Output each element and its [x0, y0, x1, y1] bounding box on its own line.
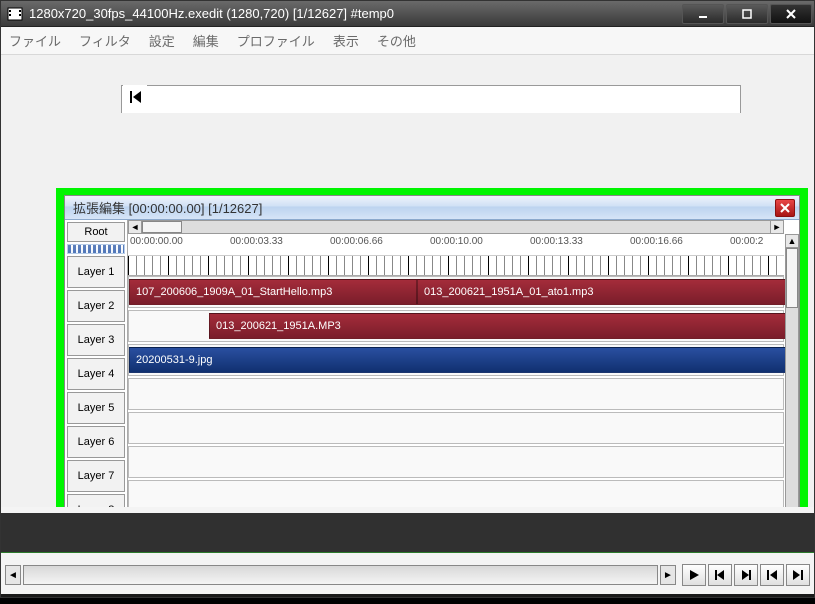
go-start-button-2[interactable] — [760, 564, 784, 586]
maximize-button[interactable] — [726, 4, 768, 24]
vscroll-up-icon[interactable]: ▲ — [785, 234, 799, 248]
timeline-hscroll[interactable]: ◄ ► — [128, 220, 784, 234]
layer-label-2[interactable]: Layer 2 — [67, 290, 125, 322]
timeline-title: 拡張編集 [00:00:00.00] [1/12627] — [73, 198, 775, 217]
next-frame-button[interactable] — [734, 564, 758, 586]
hscroll-right-icon[interactable]: ► — [770, 220, 784, 234]
status-band — [1, 513, 814, 553]
ruler-label: 00:00:06.66 — [330, 236, 383, 247]
bottom-border — [1, 594, 814, 597]
go-start-button[interactable] — [123, 85, 147, 109]
close-button[interactable] — [770, 4, 812, 24]
layer-label-6[interactable]: Layer 6 — [67, 426, 125, 458]
menu-edit[interactable]: 編集 — [193, 31, 219, 50]
go-end-button[interactable] — [786, 564, 810, 586]
hscroll-track[interactable] — [142, 220, 770, 234]
timeline-titlebar[interactable]: 拡張編集 [00:00:00.00] [1/12627] — [65, 196, 799, 220]
ruler-ticks — [128, 255, 784, 275]
layer-label-3[interactable]: Layer 3 — [67, 324, 125, 356]
menu-file[interactable]: ファイル — [9, 31, 61, 50]
menu-filter[interactable]: フィルタ — [79, 31, 131, 50]
layer-label-8[interactable]: Layer 8 — [67, 494, 125, 507]
track-row[interactable]: 20200531-9.jpg — [128, 344, 784, 376]
transport-buttons — [682, 564, 810, 586]
prev-frame-button[interactable] — [708, 564, 732, 586]
titlebar[interactable]: 1280x720_30fps_44100Hz.exedit (1280,720)… — [1, 1, 814, 27]
seek-slider[interactable] — [23, 565, 658, 585]
track-row[interactable] — [128, 480, 784, 507]
hscroll-left-icon[interactable]: ◄ — [128, 220, 142, 234]
menu-profile[interactable]: プロファイル — [237, 31, 315, 50]
track-row[interactable] — [128, 446, 784, 478]
window-title: 1280x720_30fps_44100Hz.exedit (1280,720)… — [29, 6, 682, 21]
track-row[interactable]: 107_200606_1909A_01_StartHello.mp3013_20… — [128, 276, 784, 308]
ruler-label: 00:00:2 — [730, 236, 763, 247]
track-row[interactable] — [128, 412, 784, 444]
minimize-button[interactable] — [682, 4, 724, 24]
clip-image[interactable]: 20200531-9.jpg — [129, 347, 789, 373]
canvas-area: 拡張編集 [00:00:00.00] [1/12627] Root Layer … — [1, 55, 814, 507]
layer-label-1[interactable]: Layer 1 — [67, 256, 125, 288]
play-button[interactable] — [682, 564, 706, 586]
ruler-label: 00:00:00.00 — [130, 236, 183, 247]
vscroll-track[interactable] — [785, 248, 799, 507]
timeline-window: 拡張編集 [00:00:00.00] [1/12627] Root Layer … — [64, 195, 800, 507]
layer-label-5[interactable]: Layer 5 — [67, 392, 125, 424]
clip-audio[interactable]: 107_200606_1909A_01_StartHello.mp3 — [129, 279, 417, 305]
app-window: 1280x720_30fps_44100Hz.exedit (1280,720)… — [0, 0, 815, 598]
ruler-label: 00:00:10.00 — [430, 236, 483, 247]
tracks-area: 107_200606_1909A_01_StartHello.mp3 013_20… — [128, 276, 784, 507]
layer-label-4[interactable]: Layer 4 — [67, 358, 125, 390]
ruler-label: 00:00:16.66 — [630, 236, 683, 247]
menu-other[interactable]: その他 — [377, 31, 416, 50]
transport-bar: ◄ ► — [5, 557, 810, 593]
menu-settings[interactable]: 設定 — [149, 31, 175, 50]
track-row[interactable]: 013_200621_1951A.MP3 — [128, 310, 784, 342]
track-row[interactable] — [128, 378, 784, 410]
menu-display[interactable]: 表示 — [333, 31, 359, 50]
hscroll-thumb[interactable] — [142, 221, 182, 233]
clip-audio[interactable]: 013_200621_1951A_01_ato1.mp3 — [417, 279, 789, 305]
app-icon — [7, 6, 23, 22]
zoom-slider[interactable] — [67, 244, 125, 254]
timeline-right-area: ◄ ► 00:00:00.0000:00:03.3300:00:06.6600:… — [128, 220, 799, 507]
timeline-close-button[interactable] — [775, 199, 795, 217]
clip-audio[interactable]: 013_200621_1951A.MP3 — [209, 313, 789, 339]
timeline-body: Root Layer 1Layer 2Layer 3Layer 4Layer 5… — [65, 220, 799, 507]
preview-box — [121, 85, 741, 113]
ruler-label: 00:00:03.33 — [230, 236, 283, 247]
timeline-vscroll[interactable]: ▲ ▼ — [785, 234, 799, 507]
timeline-left-column: Root Layer 1Layer 2Layer 3Layer 4Layer 5… — [65, 220, 128, 507]
root-button[interactable]: Root — [67, 222, 125, 242]
timeline-ruler[interactable]: 00:00:00.00 00:00:03.33 00:00:06.66 00:00:1… — [128, 234, 784, 276]
seek-right-icon[interactable]: ► — [660, 565, 676, 585]
window-buttons — [682, 4, 812, 24]
ruler-label: 00:00:13.33 — [530, 236, 583, 247]
menubar: ファイル フィルタ 設定 編集 プロファイル 表示 その他 — [1, 27, 814, 55]
vscroll-thumb[interactable] — [786, 248, 798, 308]
seek-left-icon[interactable]: ◄ — [5, 565, 21, 585]
divider-line — [1, 552, 814, 553]
layer-label-7[interactable]: Layer 7 — [67, 460, 125, 492]
